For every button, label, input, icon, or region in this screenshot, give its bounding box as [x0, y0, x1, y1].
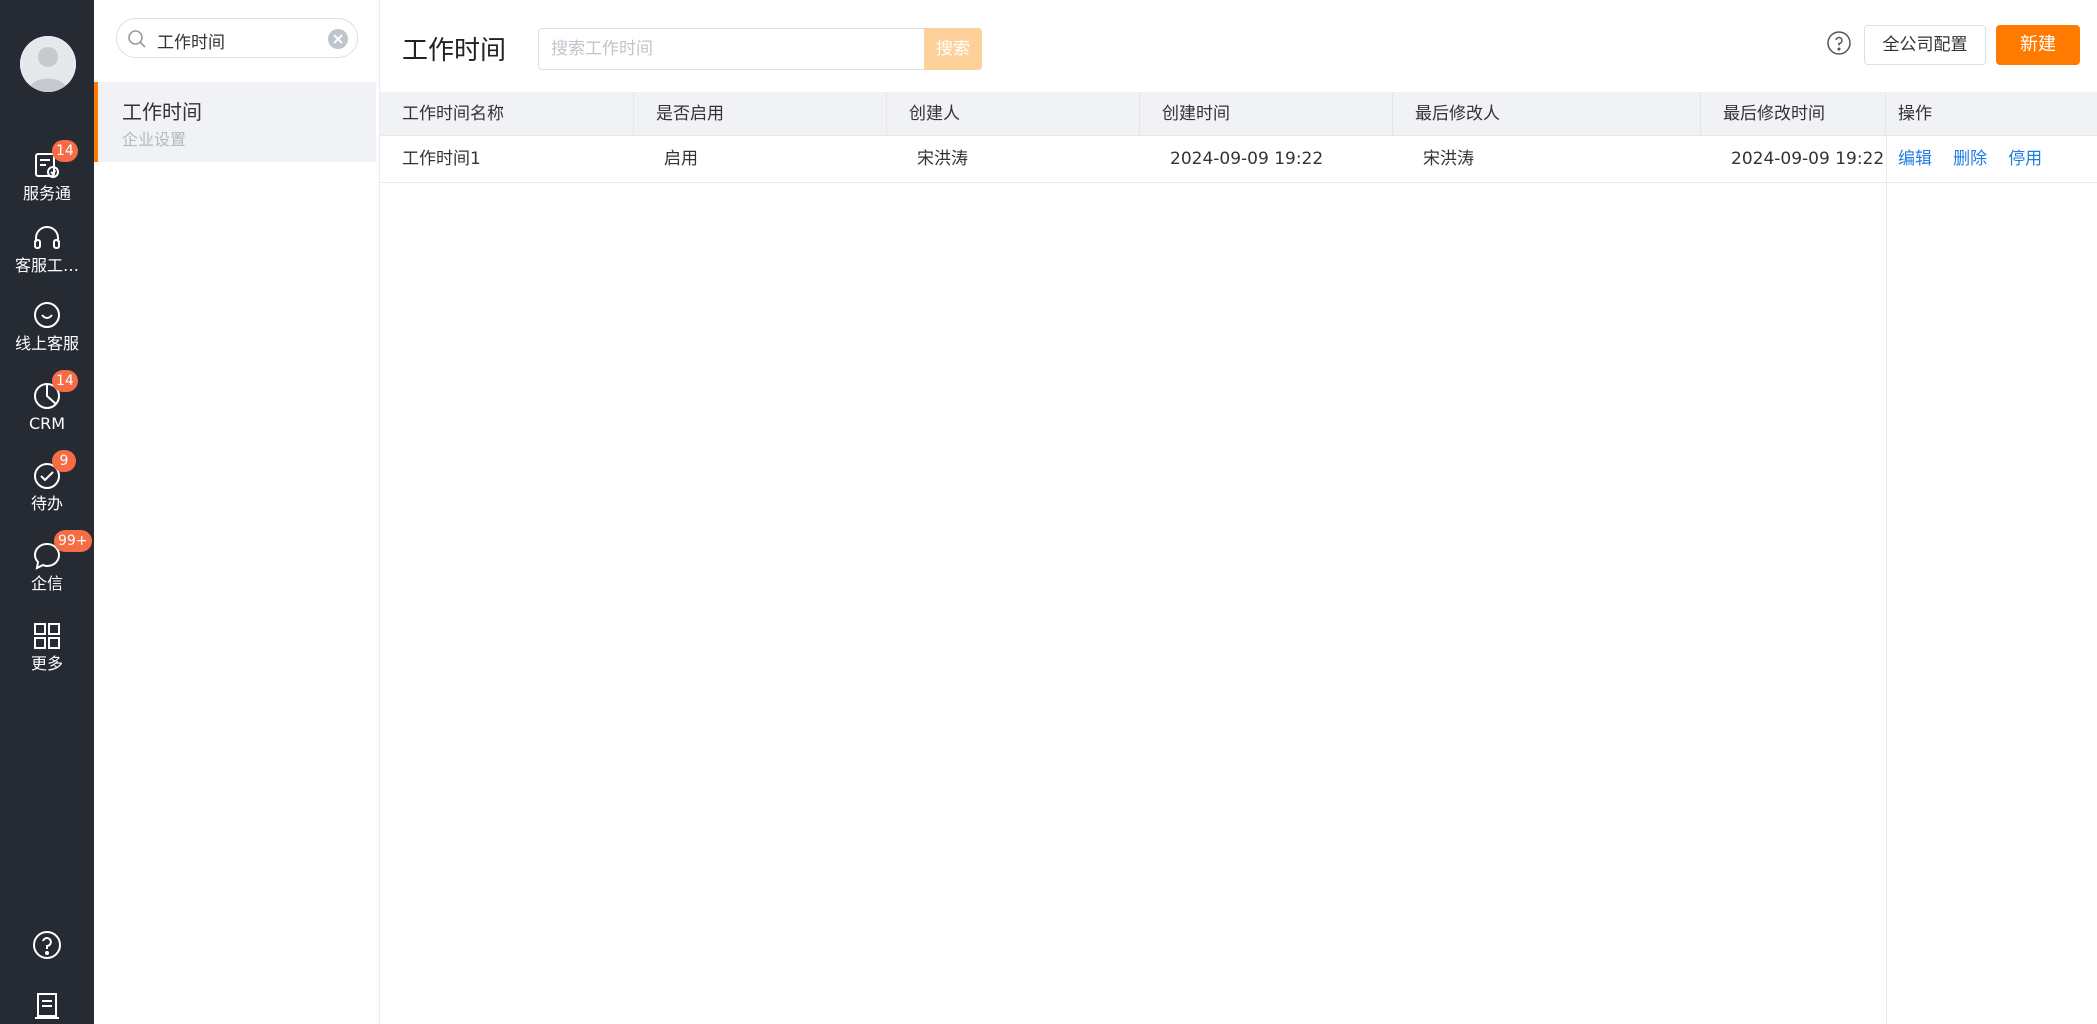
- badge-messenger: 99+: [54, 530, 92, 552]
- page-title: 工作时间: [402, 36, 507, 66]
- cell-created-at: 2024-09-09 19:22: [1170, 149, 1324, 169]
- notebook-icon[interactable]: [31, 990, 63, 1022]
- main-search-input[interactable]: [539, 29, 935, 69]
- nav-label-todo: 待办: [30, 494, 63, 513]
- column-header-enabled: 是否启用: [634, 92, 887, 136]
- settings-sidebar: 工作时间 工作时间 企业设置: [94, 0, 380, 1024]
- nav-item-todo[interactable]: 9 待办: [0, 450, 94, 532]
- sidebar-item-title: 工作时间: [122, 100, 202, 124]
- nav-item-crm[interactable]: 14 CRM: [0, 370, 94, 452]
- sidebar-item-work-time[interactable]: 工作时间 企业设置: [94, 82, 376, 162]
- cell-name: 工作时间1: [402, 149, 481, 169]
- search-button[interactable]: 搜索: [924, 28, 982, 70]
- help-icon[interactable]: [31, 929, 63, 961]
- app-root: 14 服务通 客服工… 线上客服 14 CRM 9 待办 99+ 企信 更多 工…: [0, 0, 2097, 1024]
- nav-item-online-service[interactable]: 线上客服: [0, 300, 94, 372]
- nav-item-more[interactable]: 更多: [0, 620, 94, 692]
- nav-label-more: 更多: [30, 654, 63, 673]
- help-icon[interactable]: [1826, 30, 1852, 56]
- avatar[interactable]: [20, 36, 76, 92]
- sidebar-search-value: 工作时间: [157, 33, 225, 53]
- badge-todo: 9: [52, 450, 76, 472]
- actions-column-divider: [1886, 136, 1887, 1024]
- nav-item-agent-workbench[interactable]: 客服工…: [0, 222, 94, 294]
- main-content: 工作时间 搜索 全公司配置 新建 工作时间名称 是否启用 创建人 创建时间 最后…: [380, 0, 2097, 1024]
- nav-label-agent-workbench: 客服工…: [14, 256, 79, 275]
- clear-icon[interactable]: [327, 28, 349, 50]
- column-header-modifier: 最后修改人: [1393, 92, 1701, 136]
- column-header-created-at: 创建时间: [1140, 92, 1393, 136]
- nav-label-crm: CRM: [28, 414, 66, 433]
- grid-icon: [34, 623, 60, 649]
- search-icon: [128, 30, 146, 48]
- table-header: 工作时间名称 是否启用 创建人 创建时间 最后修改人 最后修改时间 操作: [380, 92, 2097, 136]
- smile-chat-icon: [34, 302, 60, 328]
- table-row: 工作时间1 启用 宋洪涛 2024-09-09 19:22 宋洪涛 2024-0…: [380, 136, 2097, 183]
- disable-link[interactable]: 停用: [2008, 149, 2042, 169]
- sidebar-item-subtitle: 企业设置: [122, 130, 187, 149]
- cell-modifier: 宋洪涛: [1423, 149, 1474, 169]
- column-header-actions: 操作: [1898, 104, 1932, 124]
- edit-link[interactable]: 编辑: [1898, 149, 1932, 169]
- nav-rail: 14 服务通 客服工… 线上客服 14 CRM 9 待办 99+ 企信 更多: [0, 0, 94, 1024]
- cell-modified-at: 2024-09-09 19:22: [1731, 149, 1885, 169]
- nav-label-messenger: 企信: [30, 574, 63, 593]
- new-button[interactable]: 新建: [1996, 25, 2080, 65]
- delete-link[interactable]: 删除: [1953, 149, 1987, 169]
- main-search-box: 搜索: [538, 28, 982, 70]
- cell-creator: 宋洪涛: [917, 149, 968, 169]
- nav-label-service: 服务通: [22, 184, 71, 203]
- cell-actions: 编辑 删除 停用: [1886, 136, 2058, 182]
- badge-service: 14: [52, 140, 78, 162]
- nav-item-service[interactable]: 14 服务通: [0, 140, 94, 222]
- sidebar-search-input[interactable]: 工作时间: [116, 18, 358, 58]
- column-header-name: 工作时间名称: [380, 92, 634, 136]
- nav-item-messenger[interactable]: 99+ 企信: [0, 530, 94, 612]
- column-header-creator: 创建人: [887, 92, 1140, 136]
- nav-label-online-service: 线上客服: [14, 334, 79, 353]
- headset-icon: [34, 226, 60, 249]
- company-config-button[interactable]: 全公司配置: [1864, 25, 1986, 65]
- column-header-modified-at: 最后修改时间: [1701, 92, 1886, 136]
- cell-enabled: 启用: [664, 149, 698, 169]
- badge-crm: 14: [52, 370, 78, 392]
